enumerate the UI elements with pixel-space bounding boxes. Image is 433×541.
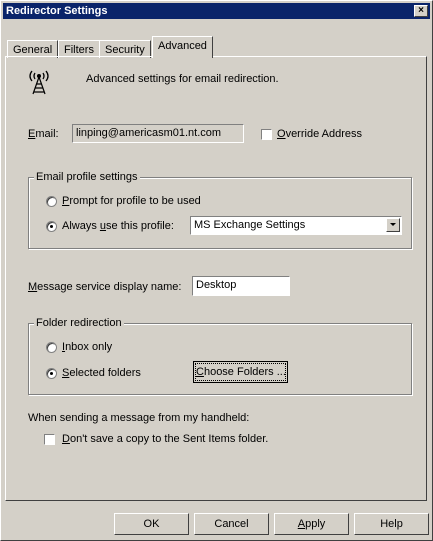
tab-filters-label: Filters: [64, 44, 94, 56]
always-use-profile-label[interactable]: Always use this profile:: [62, 220, 174, 232]
email-label: Email:: [28, 128, 59, 140]
tab-advanced[interactable]: Advanced: [152, 36, 213, 58]
advanced-tab-panel: Advanced settings for email redirection.…: [5, 56, 427, 501]
always-use-profile-radio[interactable]: [46, 221, 57, 232]
folder-redirection-group: [28, 323, 412, 395]
tab-general-label: General: [13, 44, 53, 56]
folder-redirection-legend: Folder redirection: [34, 317, 124, 329]
cancel-button[interactable]: Cancel: [194, 513, 269, 535]
email-profile-group: [28, 177, 412, 249]
profile-select-value: MS Exchange Settings: [194, 219, 306, 231]
message-service-label: Message service display name:: [28, 281, 182, 293]
profile-select[interactable]: MS Exchange Settings: [190, 216, 402, 235]
title-bar[interactable]: Redirector Settings ×: [3, 3, 430, 19]
selected-folders-radio[interactable]: [46, 368, 57, 379]
choose-folders-label: Choose Folders ...: [195, 363, 286, 381]
email-profile-legend: Email profile settings: [34, 171, 140, 183]
dont-save-copy-checkbox[interactable]: [44, 434, 55, 445]
chevron-down-icon[interactable]: [386, 218, 400, 232]
handheld-heading: When sending a message from my handheld:: [28, 412, 250, 424]
override-address-checkbox[interactable]: [261, 129, 272, 140]
message-service-field[interactable]: Desktop: [192, 276, 290, 296]
email-field[interactable]: linping@americasm01.nt.com: [72, 124, 244, 143]
choose-folders-button[interactable]: Choose Folders ...: [193, 361, 288, 383]
tab-advanced-label: Advanced: [158, 40, 207, 52]
help-button[interactable]: Help: [354, 513, 429, 535]
close-icon: ×: [418, 5, 424, 16]
antenna-icon: [26, 67, 52, 95]
prompt-profile-radio[interactable]: [46, 196, 57, 207]
page-description: Advanced settings for email redirection.: [86, 73, 279, 85]
redirector-settings-window: Redirector Settings × General Filters Se…: [0, 0, 433, 541]
apply-button[interactable]: Apply: [274, 513, 349, 535]
window-title: Redirector Settings: [6, 5, 108, 17]
override-address-label[interactable]: Override Address: [277, 128, 362, 140]
selected-folders-label[interactable]: Selected folders: [62, 367, 141, 379]
inbox-only-radio[interactable]: [46, 342, 57, 353]
inbox-only-label[interactable]: Inbox only: [62, 341, 112, 353]
close-button[interactable]: ×: [414, 5, 428, 17]
prompt-profile-label[interactable]: Prompt for profile to be used: [62, 195, 201, 207]
ok-button[interactable]: OK: [114, 513, 189, 535]
dont-save-copy-label[interactable]: Don't save a copy to the Sent Items fold…: [62, 433, 268, 445]
tab-security-label: Security: [105, 44, 145, 56]
